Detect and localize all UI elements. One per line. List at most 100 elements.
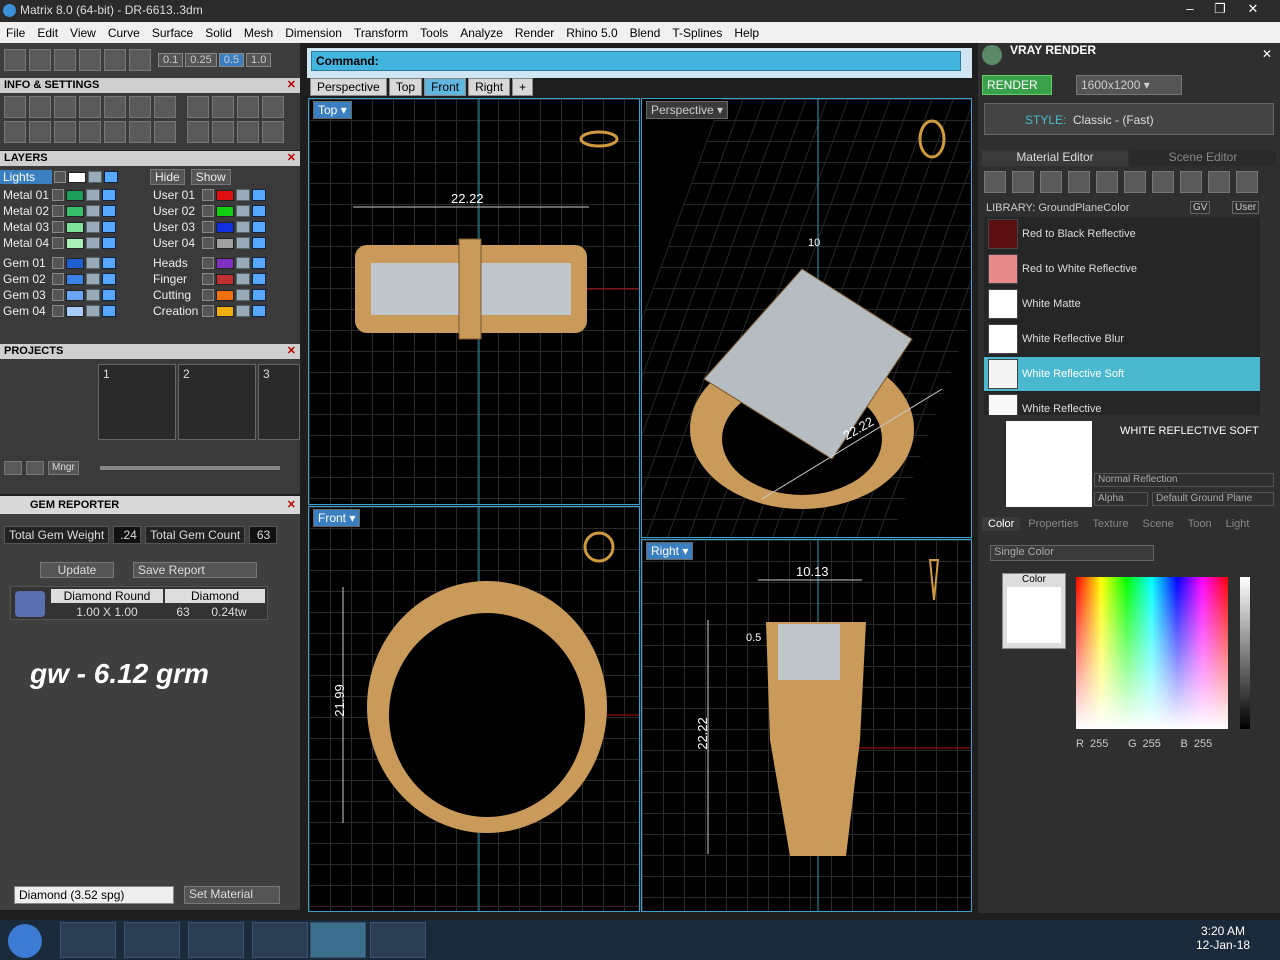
layer-row[interactable]: Gem 04 xyxy=(0,303,150,319)
layer-color-swatch[interactable] xyxy=(216,273,234,285)
color-mode-select[interactable]: Single Color xyxy=(990,545,1154,561)
lights-swatch[interactable] xyxy=(68,171,86,183)
menu-solid[interactable]: Solid xyxy=(199,26,238,40)
pointer-icon[interactable] xyxy=(129,49,151,71)
tab-scene-editor[interactable]: Scene Editor xyxy=(1130,150,1276,166)
close-icon[interactable]: ✕ xyxy=(287,344,296,359)
visible-icon[interactable] xyxy=(104,171,118,183)
expand-icon[interactable] xyxy=(202,257,214,269)
edit-icon[interactable] xyxy=(129,96,151,118)
lock-icon[interactable] xyxy=(236,257,250,269)
doc-icon[interactable] xyxy=(104,96,126,118)
lock-icon[interactable] xyxy=(86,289,100,301)
wand-icon[interactable] xyxy=(187,96,209,118)
layer-row[interactable]: Heads xyxy=(150,255,300,271)
expand-icon[interactable] xyxy=(52,257,64,269)
subtab[interactable]: Toon xyxy=(1182,517,1218,531)
visible-icon[interactable] xyxy=(252,237,266,249)
lock-icon[interactable] xyxy=(86,237,100,249)
layer-color-swatch[interactable] xyxy=(66,289,84,301)
layer-color-swatch[interactable] xyxy=(216,237,234,249)
menu-help[interactable]: Help xyxy=(728,26,765,40)
minimize-button[interactable]: – xyxy=(1175,0,1205,20)
menu-transform[interactable]: Transform xyxy=(348,26,414,40)
expand-icon[interactable] xyxy=(202,189,214,201)
settings-icon[interactable] xyxy=(4,96,26,118)
tab-material-editor[interactable]: Material Editor xyxy=(982,150,1128,166)
sphere-icon[interactable] xyxy=(54,121,76,143)
visible-icon[interactable] xyxy=(102,237,116,249)
texture-icon[interactable] xyxy=(1124,171,1146,193)
layer-row[interactable]: Gem 03 xyxy=(0,287,150,303)
expand-icon[interactable] xyxy=(52,237,64,249)
layer-row[interactable]: Finger xyxy=(150,271,300,287)
menu-blend[interactable]: Blend xyxy=(624,26,667,40)
layer-row[interactable]: Gem 01 xyxy=(0,255,150,271)
rotate-icon[interactable] xyxy=(237,121,259,143)
bulb-icon[interactable] xyxy=(1236,171,1258,193)
matrix-app-icon[interactable] xyxy=(310,922,366,958)
layer-color-swatch[interactable] xyxy=(216,189,234,201)
viewport-perspective[interactable]: 22.22 10 Perspective ▾ xyxy=(641,98,972,538)
layer-color-swatch[interactable] xyxy=(66,189,84,201)
preset-button[interactable]: 0.25 xyxy=(185,53,217,67)
close-icon[interactable]: ✕ xyxy=(1262,47,1272,61)
material-select[interactable]: Diamond (3.52 spg) xyxy=(14,886,174,904)
visible-icon[interactable] xyxy=(252,221,266,233)
clock[interactable]: 3:20 AM 12-Jan-18 xyxy=(1196,924,1250,952)
expand-icon[interactable] xyxy=(202,289,214,301)
frame3-icon[interactable] xyxy=(262,96,284,118)
menu-surface[interactable]: Surface xyxy=(146,26,199,40)
menu-t-splines[interactable]: T-Splines xyxy=(666,26,728,40)
visible-icon[interactable] xyxy=(102,257,116,269)
hide-button[interactable]: Hide xyxy=(150,169,185,185)
cylinder-icon[interactable] xyxy=(79,121,101,143)
material-item[interactable]: White Reflective xyxy=(984,392,1260,415)
project-slot-1[interactable]: 1 xyxy=(98,364,176,440)
visible-icon[interactable] xyxy=(102,205,116,217)
close-icon[interactable]: ✕ xyxy=(287,78,296,93)
plane-icon[interactable] xyxy=(1068,171,1090,193)
menu-dimension[interactable]: Dimension xyxy=(279,26,348,40)
viewport-top[interactable]: 22.22 Top ▾ xyxy=(308,98,640,505)
menu-file[interactable]: File xyxy=(0,26,31,40)
snap-icon[interactable] xyxy=(79,49,101,71)
menu-edit[interactable]: Edit xyxy=(31,26,64,40)
visible-icon[interactable] xyxy=(252,205,266,217)
material-item[interactable]: Red to White Reflective xyxy=(984,252,1260,287)
viewport-tab[interactable]: Top xyxy=(388,78,423,96)
visible-icon[interactable] xyxy=(252,305,266,317)
table-icon[interactable] xyxy=(154,121,176,143)
r-value[interactable]: 255 xyxy=(1090,738,1122,750)
box-icon[interactable] xyxy=(79,96,101,118)
sphere-icon[interactable] xyxy=(1040,171,1062,193)
up-icon[interactable] xyxy=(26,461,44,475)
menu-analyze[interactable]: Analyze xyxy=(454,26,509,40)
expand-icon[interactable] xyxy=(52,305,64,317)
subtab[interactable]: Texture xyxy=(1086,517,1134,531)
add-icon[interactable] xyxy=(4,461,22,475)
visible-icon[interactable] xyxy=(252,289,266,301)
preset-button[interactable]: 1.0 xyxy=(246,53,272,67)
viewport-tab[interactable]: Front xyxy=(424,78,467,96)
set-material-button[interactable]: Set Material xyxy=(184,886,280,904)
visible-icon[interactable] xyxy=(252,273,266,285)
close-button[interactable]: ✕ xyxy=(1238,0,1268,20)
menu-rhino-5-0[interactable]: Rhino 5.0 xyxy=(560,26,623,40)
viewport-tab[interactable]: Perspective xyxy=(310,78,387,96)
lock-icon[interactable] xyxy=(236,205,250,217)
reflection-select[interactable]: Normal Reflection xyxy=(1094,473,1274,487)
layer-color-swatch[interactable] xyxy=(216,257,234,269)
layer-color-swatch[interactable] xyxy=(216,221,234,233)
scatter-icon[interactable] xyxy=(129,121,151,143)
close-icon[interactable]: ✕ xyxy=(287,496,296,514)
ring-icon[interactable] xyxy=(187,121,209,143)
material-item[interactable]: White Reflective Soft xyxy=(984,357,1260,392)
visible-icon[interactable] xyxy=(102,221,116,233)
lock-icon[interactable] xyxy=(236,237,250,249)
frame-icon[interactable] xyxy=(212,96,234,118)
expand-icon[interactable] xyxy=(54,171,66,183)
expand-icon[interactable] xyxy=(202,237,214,249)
cube-icon[interactable] xyxy=(29,49,51,71)
project-slider[interactable] xyxy=(100,466,280,470)
